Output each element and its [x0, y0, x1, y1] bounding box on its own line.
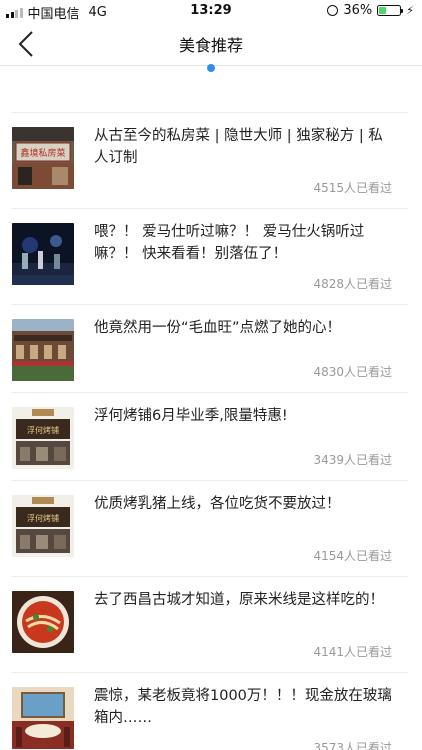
article-thumbnail[interactable] [12, 319, 74, 381]
battery-percent: 36% [343, 3, 373, 18]
svg-text:浮何烤铺: 浮何烤铺 [27, 425, 59, 435]
back-button[interactable] [18, 30, 48, 58]
svg-text:鑫境私房菜: 鑫境私房菜 [20, 147, 65, 159]
article-item[interactable]: 浮何烤铺 浮何烤铺6月毕业季,限量特惠! 3439人已看过 [12, 393, 408, 481]
charging-icon: ⚡ [406, 4, 414, 17]
article-view-count: 4154人已看过 [313, 549, 392, 563]
article-title[interactable]: 浮何烤铺6月毕业季,限量特惠! [94, 405, 394, 427]
battery-icon [377, 5, 404, 16]
article-item[interactable]: 去了西昌古城才知道，原来米线是这样吃的！ 4141人已看过 [12, 577, 408, 673]
article-thumbnail[interactable] [12, 687, 74, 749]
article-item[interactable]: 浮何烤铺 优质烤乳猪上线，各位吃货不要放过！ 4154人已看过 [12, 481, 408, 577]
article-item[interactable]: 鑫境私房菜 从古至今的私房菜 | 隐世大师 | 独家秘方 | 私人订制 4515人已… [12, 113, 408, 209]
article-title[interactable]: 喂？！ 爱马仕听过嘛？！ 爱马仕火锅听过嘛？！ 快来看看！别落伍了！ [94, 221, 394, 265]
article-thumbnail[interactable] [12, 591, 74, 653]
status-bar: 中国电信 4G 13:29 36% ⚡ [0, 0, 422, 22]
alarm-icon [327, 5, 339, 16]
article-view-count: 4141人已看过 [313, 645, 392, 659]
article-thumbnail[interactable]: 鑫境私房菜 [12, 127, 74, 189]
article-thumbnail[interactable] [12, 223, 74, 285]
article-title[interactable]: 优质烤乳猪上线，各位吃货不要放过！ [94, 493, 394, 515]
article-item[interactable]: 他竟然用一份“毛血旺”点燃了她的心！ 4830人已看过 [12, 305, 408, 393]
page-title: 美食推荐 [178, 35, 243, 55]
chevron-left-icon [18, 31, 33, 57]
nav-bar: 美食推荐 [0, 22, 422, 66]
article-title[interactable]: 从古至今的私房菜 | 隐世大师 | 独家秘方 | 私人订制 [94, 125, 394, 169]
article-view-count: 3573人已看过 [313, 741, 392, 750]
article-thumbnail[interactable]: 浮何烤铺 [12, 407, 74, 469]
article-view-count: 4515人已看过 [313, 181, 392, 195]
article-view-count: 4830人已看过 [313, 365, 392, 379]
article-list: 鑫境私房菜 从古至今的私房菜 | 隐世大师 | 独家秘方 | 私人订制 4515人已… [0, 112, 422, 750]
article-view-count: 4828人已看过 [313, 277, 392, 291]
article-title[interactable]: 他竟然用一份“毛血旺”点燃了她的心！ [94, 317, 394, 339]
article-title[interactable]: 去了西昌古城才知道，原来米线是这样吃的！ [94, 589, 394, 611]
article-item[interactable]: 喂？！ 爱马仕听过嘛？！ 爱马仕火锅听过嘛？！ 快来看看！别落伍了！ 4828人已… [12, 209, 408, 305]
status-right: 36% ⚡ [327, 3, 414, 18]
article-thumbnail[interactable]: 浮何烤铺 [12, 495, 74, 557]
article-view-count: 3439人已看过 [313, 453, 392, 467]
battery-fill [379, 7, 387, 14]
svg-text:浮何烤铺: 浮何烤铺 [27, 513, 59, 523]
page-indicator-dot[interactable] [207, 64, 215, 72]
article-title[interactable]: 震惊，某老板竟将1000万！！！现金放在玻璃箱内…… [94, 685, 394, 729]
article-item[interactable]: 震惊，某老板竟将1000万！！！现金放在玻璃箱内…… 3573人已看过 [12, 673, 408, 750]
